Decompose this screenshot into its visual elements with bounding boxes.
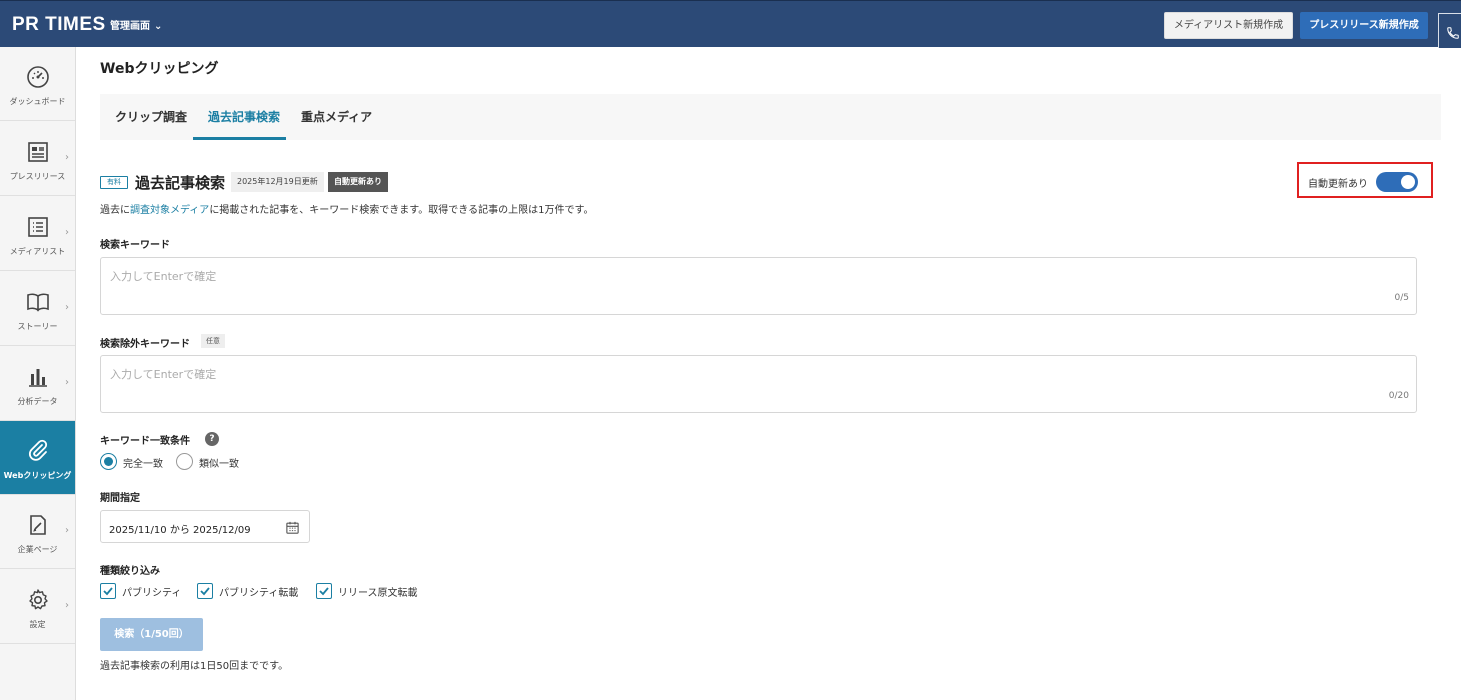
new-media-list-button[interactable]: メディアリスト新規作成 [1164,12,1293,39]
exclude-keyword-input[interactable]: 入力してEnterで確定 0/20 [100,355,1417,413]
exclude-keyword-label: 検索除外キーワード [100,339,190,350]
chevron-right-icon: › [65,227,69,238]
check-icon [319,587,329,596]
description-text: 過去に [100,205,130,216]
sidebar-item-label: 分析データ [17,397,58,406]
check-icon [103,587,113,596]
radio-similar-match[interactable] [176,453,193,470]
chevron-right-icon: › [65,152,69,163]
section-description: 過去に調査対象メディアに掲載された記事を、キーワード検索できます。取得できる記事… [100,201,593,216]
edit-page-icon [30,515,46,535]
checkbox-label: パブリシティ転載 [219,588,299,599]
chevron-right-icon: › [65,377,69,388]
updated-date-badge: 2025年12月19日更新 [231,172,324,192]
logo[interactable]: PR TIMES [12,14,106,36]
sidebar-item-story[interactable]: ストーリー › [0,272,75,346]
sidebar-item-label: Webクリッピング [3,471,72,480]
search-button[interactable]: 検索（1/50回） [100,618,203,651]
tab-bar: クリップ調査 過去記事検索 重点メディア [100,94,1441,140]
keyword-input[interactable]: 入力してEnterで確定 0/5 [100,257,1417,315]
tab-priority-media[interactable]: 重点メディア [301,108,372,125]
phone-icon [1447,27,1459,39]
admin-menu[interactable]: 管理画面 ⌄ [110,17,162,32]
checkbox-publicity[interactable] [100,583,116,599]
dashboard-icon [27,66,49,88]
radio-exact-match[interactable] [100,453,117,470]
list-icon [28,217,48,237]
check-icon [200,587,210,596]
tab-past-article-search[interactable]: 過去記事検索 [208,108,280,125]
sidebar-item-label: 設定 [29,620,46,629]
paid-badge: 有料 [100,176,128,189]
bar-chart-icon [29,369,47,387]
auto-update-badge: 自動更新あり [328,172,388,192]
section-title: 過去記事検索 [135,174,226,192]
usage-note: 過去記事検索の利用は1日50回までです。 [100,661,289,672]
sidebar-item-label: 企業ページ [17,545,58,554]
keyword-placeholder: 入力してEnterで確定 [110,270,217,283]
sidebar-item-label: メディアリスト [9,247,66,256]
press-release-icon [28,142,48,162]
sidebar-item-press-release[interactable]: プレスリリース › [0,122,75,196]
sidebar: ダッシュボード プレスリリース › メディアリスト › ストーリー › 分析デー… [0,47,76,700]
period-label: 期間指定 [100,493,140,504]
tab-clip-survey[interactable]: クリップ調査 [115,108,187,125]
exclude-keyword-count: 0/20 [1388,391,1409,401]
checkbox-publicity-reprint[interactable] [197,583,213,599]
chevron-right-icon: › [65,302,69,313]
description-text: に掲載された記事を、キーワード検索できます。取得できる記事の上限は1万件です。 [209,205,594,216]
chevron-down-icon: ⌄ [154,21,163,32]
book-icon [27,293,49,312]
checkbox-label: パブリシティ [122,588,182,599]
keyword-count: 0/5 [1394,293,1409,303]
gear-icon [29,589,48,610]
paperclip-icon [29,439,48,461]
radio-label: 類似一致 [199,459,239,470]
date-range-input[interactable]: 2025/11/10 から 2025/12/09 [100,510,310,543]
calendar-icon[interactable] [285,520,300,535]
phone-button[interactable] [1438,13,1461,48]
checkbox-release-reprint[interactable] [316,583,332,599]
sidebar-item-label: ダッシュボード [9,97,66,106]
sidebar-item-analytics[interactable]: 分析データ › [0,347,75,421]
sidebar-item-company-page[interactable]: 企業ページ › [0,495,75,569]
auto-update-toggle[interactable] [1376,172,1418,192]
top-bar: PR TIMES 管理画面 ⌄ メディアリスト新規作成 プレスリリース新規作成 [0,0,1461,48]
sidebar-item-label: プレスリリース [9,172,66,181]
sidebar-item-web-clipping[interactable]: Webクリッピング [0,421,75,495]
target-media-link[interactable]: 調査対象メディア [130,205,209,216]
page-title: Webクリッピング [100,61,219,77]
sidebar-item-label: ストーリー [17,322,58,331]
optional-tag: 任意 [201,334,225,348]
help-icon[interactable]: ? [205,432,219,446]
sidebar-item-media-list[interactable]: メディアリスト › [0,197,75,271]
chevron-right-icon: › [65,600,69,611]
auto-update-toggle-area: 自動更新あり [1297,162,1433,198]
sidebar-item-settings[interactable]: 設定 › [0,570,75,644]
keyword-label: 検索キーワード [100,240,170,251]
new-press-release-button[interactable]: プレスリリース新規作成 [1300,12,1428,39]
match-condition-label: キーワード一致条件 [100,436,190,447]
chevron-right-icon: › [65,525,69,536]
radio-label: 完全一致 [123,459,163,470]
toggle-knob [1401,175,1415,189]
exclude-keyword-placeholder: 入力してEnterで確定 [110,368,217,381]
sidebar-item-dashboard[interactable]: ダッシュボード [0,47,75,121]
type-filter-label: 種類絞り込み [100,566,160,577]
admin-menu-label: 管理画面 [110,21,150,32]
checkbox-label: リリース原文転載 [338,588,418,599]
auto-update-label: 自動更新あり [1308,179,1368,190]
active-tab-indicator [193,137,286,140]
date-range-value: 2025/11/10 から 2025/12/09 [109,525,251,536]
